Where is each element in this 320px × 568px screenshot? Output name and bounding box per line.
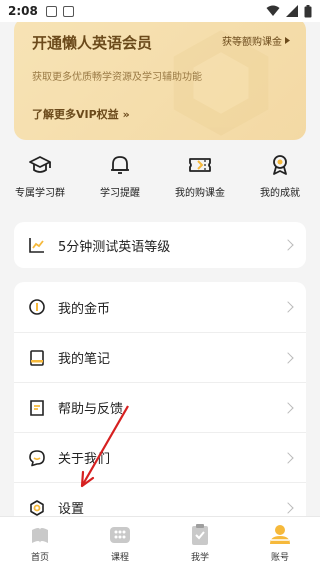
status-right [266,4,312,18]
menu-label: 设置 [58,502,85,517]
tab-account[interactable]: 账号 [240,522,320,563]
bottom-tab-bar: 首页 课程 我学 账号 [0,516,320,568]
graduation-cap-icon [29,156,51,173]
medal-icon [273,155,287,175]
chevron-right-icon [282,351,294,364]
notification-icon [45,5,57,17]
vip-trial-link[interactable]: 获等额购课金 [222,33,290,48]
home-icon [32,528,48,543]
tab-label: 首页 [30,553,49,563]
menu-item-help[interactable]: 帮助与反馈 [14,382,306,432]
signal-icon [286,5,298,17]
menu-label: 我的金币 [58,301,111,317]
account-icon [270,525,290,544]
battery-icon [304,4,312,17]
menu-label: 帮助与反馈 [58,402,124,417]
app-notification-icon [62,5,74,17]
menu-item-about[interactable]: 关于我们 [14,432,306,482]
settings-icon [30,499,44,516]
wifi-icon [266,5,280,16]
quick-label: 我的购课金 [175,188,225,199]
chevron-right-icon [282,401,294,414]
vip-more-link[interactable]: 了解更多VIP权益 » [32,106,130,122]
vip-title: 开通懒人英语会员 [32,34,153,52]
ticket-icon [189,158,211,172]
double-chevron-icon: » [122,107,130,121]
level-test-label: 5分钟测试英语等级 [58,239,171,255]
quick-label: 我的成就 [260,188,300,199]
quick-reminder[interactable]: 学习提醒 [80,152,160,212]
chevron-right-icon [282,301,294,313]
vip-more-label: 了解更多VIP权益 [32,108,119,121]
menu-item-notes[interactable]: 我的笔记 [14,332,306,382]
status-bar: 2:08 [0,0,320,22]
vip-trial-label: 获等额购课金 [222,37,282,48]
quick-study-group[interactable]: 专属学习群 [0,152,80,212]
notebook-icon [30,349,44,366]
bell-icon [111,156,129,174]
clipboard-icon [192,524,208,545]
chart-line-icon [29,238,44,253]
tab-home[interactable]: 首页 [0,522,80,563]
tab-label: 账号 [270,553,289,563]
level-test-card[interactable]: 5分钟测试英语等级 [14,222,306,268]
play-triangle-icon [285,37,290,44]
chevron-right-icon [282,239,294,251]
menu-label: 关于我们 [58,452,111,467]
courses-icon [110,527,130,543]
feedback-icon [30,399,44,416]
tab-label: 课程 [110,553,129,563]
tab-courses[interactable]: 课程 [80,522,160,563]
menu-item-coins[interactable]: 我的金币 [14,282,306,332]
vip-description: 获取更多优质畅学资源及学习辅助功能 [32,72,202,83]
menu-label: 我的笔记 [58,352,111,367]
status-time: 2:08 [8,4,38,18]
chevron-right-icon [282,451,294,464]
level-test-row[interactable]: 5分钟测试英语等级 [14,222,306,268]
tab-study[interactable]: 我学 [160,522,240,563]
quick-achievements[interactable]: 我的成就 [240,152,320,212]
quick-label: 专属学习群 [15,188,65,199]
tab-label: 我学 [190,553,209,563]
chevron-right-icon [282,501,294,514]
quick-label: 学习提醒 [100,188,140,199]
chat-icon [29,449,45,466]
quick-actions: 专属学习群 学习提醒 我的购课金 我的成就 [0,152,320,212]
account-menu: 我的金币 我的笔记 帮助与反馈 关于我们 设置 [14,282,306,530]
quick-course-credit[interactable]: 我的购课金 [160,152,240,212]
coin-icon [29,299,45,315]
vip-promo-card[interactable]: 开通懒人英语会员 获等额购课金 获取更多优质畅学资源及学习辅助功能 了解更多VI… [14,18,306,140]
